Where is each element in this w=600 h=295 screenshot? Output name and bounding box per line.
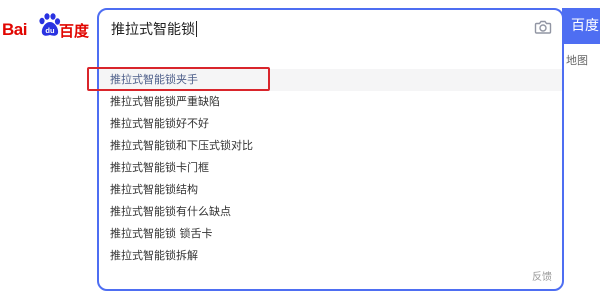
suggestion-item[interactable]: 推拉式智能锁严重缺陷 bbox=[99, 91, 562, 113]
search-input[interactable]: 推拉式智能锁 bbox=[111, 18, 511, 42]
suggestion-item[interactable]: 推拉式智能锁结构 bbox=[99, 179, 562, 201]
suggestion-list: 推拉式智能锁夹手 推拉式智能锁严重缺陷 推拉式智能锁好不好 推拉式智能锁和下压式… bbox=[99, 69, 562, 267]
suggestion-item[interactable]: 推拉式智能锁拆解 bbox=[99, 245, 562, 267]
logo-text-bai: Bai bbox=[2, 20, 27, 39]
baidu-logo[interactable]: Bai du 百度 bbox=[2, 10, 90, 40]
suggestion-item[interactable]: 推拉式智能锁 锁舌卡 bbox=[99, 223, 562, 245]
search-button[interactable]: 百度 bbox=[562, 8, 600, 44]
text-caret bbox=[196, 21, 197, 37]
camera-icon[interactable] bbox=[534, 18, 552, 36]
search-box: 推拉式智能锁 推拉式智能锁夹手 推拉式智能锁严重缺陷 推拉式智能锁好不好 推拉式… bbox=[97, 8, 564, 291]
suggestion-item[interactable]: 推拉式智能锁有什么缺点 bbox=[99, 201, 562, 223]
svg-text:du: du bbox=[45, 26, 55, 35]
baidu-search-page: Bai du 百度 推拉式智能锁 推拉式智能锁夹手 推拉式智能锁严重缺陷 推拉式… bbox=[0, 0, 600, 295]
feedback-link[interactable]: 反馈 bbox=[532, 268, 552, 283]
logo-text-baidu-cn: 百度 bbox=[59, 22, 90, 40]
suggestion-item[interactable]: 推拉式智能锁和下压式锁对比 bbox=[99, 135, 562, 157]
suggestion-item[interactable]: 推拉式智能锁卡门框 bbox=[99, 157, 562, 179]
map-link[interactable]: 地图 bbox=[566, 52, 588, 68]
search-query-text: 推拉式智能锁 bbox=[111, 22, 195, 38]
suggestion-item[interactable]: 推拉式智能锁好不好 bbox=[99, 113, 562, 135]
suggestion-item[interactable]: 推拉式智能锁夹手 bbox=[99, 69, 562, 91]
